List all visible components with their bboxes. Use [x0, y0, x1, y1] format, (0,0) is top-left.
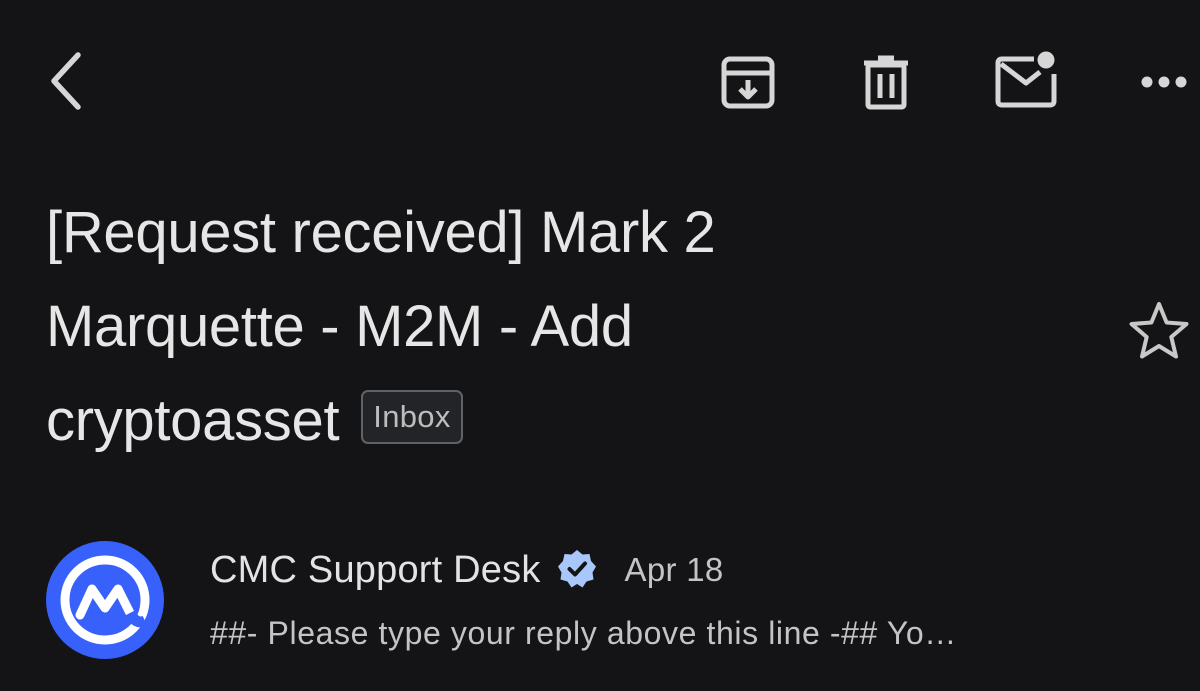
delete-button[interactable]	[856, 50, 916, 114]
subject-line-3-text: cryptoasset	[46, 388, 340, 453]
sender-avatar[interactable]	[46, 541, 164, 659]
coinmarketcap-logo-icon	[46, 541, 164, 663]
subject-line-1: [Request received] Mark 2	[46, 200, 716, 265]
archive-icon	[720, 54, 776, 110]
more-options-button[interactable]	[1136, 62, 1192, 102]
sender-row[interactable]: CMC Support Desk Apr 18	[210, 545, 724, 595]
star-outline-icon	[1128, 302, 1190, 364]
inbox-label-chip[interactable]: Inbox	[361, 389, 463, 444]
verified-badge-icon	[557, 549, 597, 594]
subject-line-2: Marquette - M2M - Add	[46, 294, 633, 359]
mail-unread-icon	[994, 48, 1058, 108]
trash-icon	[862, 54, 910, 110]
subject-line-3: cryptoasset Inbox	[46, 374, 1106, 468]
more-horizontal-icon	[1140, 75, 1188, 89]
message-date: Apr 18	[624, 551, 724, 588]
mark-unread-button[interactable]	[992, 46, 1060, 110]
email-subject: [Request received] Mark 2 Marquette - M2…	[46, 186, 1106, 468]
sender-name: CMC Support Desk	[210, 548, 541, 591]
email-view: [Request received] Mark 2 Marquette - M2…	[0, 0, 1200, 691]
star-button[interactable]	[1128, 300, 1190, 365]
message-snippet[interactable]: ##- Please type your reply above this li…	[210, 615, 957, 652]
back-button[interactable]	[36, 46, 96, 116]
archive-button[interactable]	[716, 50, 780, 114]
back-arrow-icon	[46, 51, 86, 111]
